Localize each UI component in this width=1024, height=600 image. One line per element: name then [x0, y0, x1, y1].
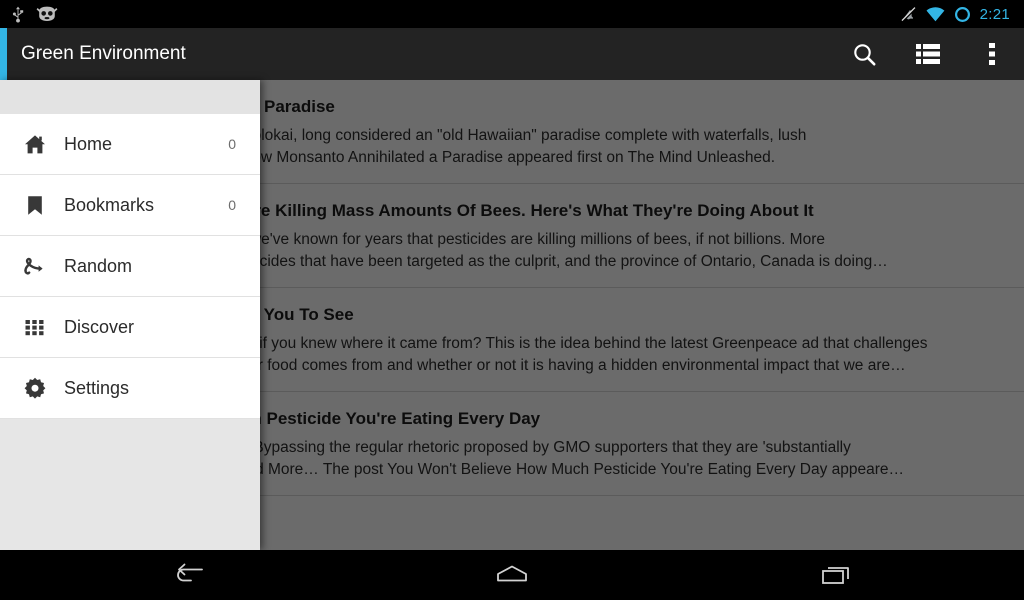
sidebar-item-label: Discover: [64, 316, 135, 337]
page-title: Green Environment: [21, 43, 186, 64]
drawer-header: [0, 80, 260, 114]
status-bar: 2:21: [0, 0, 1024, 28]
sidebar-item-label: Random: [64, 255, 133, 276]
navigation-drawer: Home 0 Bookmarks 0 Random Discover Setti…: [0, 80, 260, 550]
sidebar-item-bookmarks[interactable]: Bookmarks 0: [0, 175, 260, 236]
android-device-screen: 2:21 Green Environment Paradise Home to …: [0, 0, 1024, 600]
drawer-empty-area: [0, 419, 260, 550]
sidebar-item-home[interactable]: Home 0: [0, 114, 260, 175]
search-button[interactable]: [832, 28, 896, 80]
status-bar-clock: 2:21: [979, 5, 1010, 23]
sidebar-item-label: Bookmarks: [64, 194, 155, 215]
recent-apps-icon: [820, 563, 852, 587]
overflow-menu-icon: [988, 41, 996, 67]
action-bar: Green Environment: [0, 28, 1024, 80]
sidebar-item-count: 0: [228, 136, 236, 152]
sidebar-item-label: Home: [64, 133, 113, 154]
drawer-item-list: Home 0 Bookmarks 0 Random Discover Setti…: [0, 114, 260, 419]
search-icon: [851, 41, 878, 68]
grid-icon: [22, 318, 48, 337]
list-view-button[interactable]: [896, 28, 960, 80]
home-button[interactable]: [431, 550, 593, 600]
wifi-icon: [926, 6, 945, 22]
back-button[interactable]: [107, 550, 269, 600]
cyanogenmod-icon: [36, 6, 58, 22]
usb-icon: [10, 6, 26, 23]
back-arrow-icon: [171, 563, 205, 587]
status-bar-left-icons: [10, 6, 58, 23]
recents-button[interactable]: [755, 550, 917, 600]
bookmark-icon: [22, 195, 48, 216]
battery-circle-icon: [954, 6, 971, 23]
sidebar-item-settings[interactable]: Settings: [0, 358, 260, 419]
list-view-icon: [915, 42, 941, 66]
home-outline-icon: [492, 563, 532, 587]
sidebar-item-count: 0: [228, 197, 236, 213]
random-icon: [22, 256, 48, 277]
action-bar-buttons: [832, 28, 1024, 80]
overflow-menu-button[interactable]: [960, 28, 1024, 80]
system-navigation-bar: [0, 550, 1024, 600]
sidebar-item-discover[interactable]: Discover: [0, 297, 260, 358]
app-accent-bar: [0, 28, 7, 80]
ringer-silent-icon: [900, 6, 917, 23]
home-icon: [22, 134, 48, 155]
gear-icon: [22, 377, 48, 399]
sidebar-item-random[interactable]: Random: [0, 236, 260, 297]
sidebar-item-label: Settings: [64, 377, 130, 398]
status-bar-right-icons: 2:21: [900, 6, 1016, 23]
